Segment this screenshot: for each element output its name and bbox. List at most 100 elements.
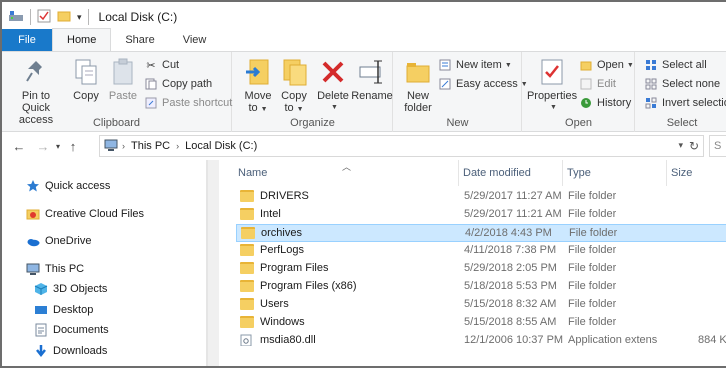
properties-icon xyxy=(536,56,568,88)
up-arrow-icon[interactable]: ↑ xyxy=(64,135,82,157)
file-type: File folder xyxy=(568,280,617,292)
back-arrow-icon[interactable]: ← xyxy=(10,135,28,157)
invert-selection-button[interactable]: Invert selection xyxy=(644,94,726,112)
new-item-button[interactable]: New item ▼ xyxy=(438,56,512,74)
recent-locations-icon[interactable]: ▾ xyxy=(52,135,64,157)
folder-icon xyxy=(240,280,254,292)
paste-shortcut-button[interactable]: Paste shortcut xyxy=(144,94,232,112)
easy-access-button[interactable]: Easy access ▼ xyxy=(438,75,528,93)
clipboard-group: Pin to Quick access Copy Paste ✂ Cut Cop… xyxy=(2,52,232,132)
new-folder-label-line2: folder xyxy=(404,102,432,114)
folder-icon xyxy=(241,227,255,239)
copy-path-label: Copy path xyxy=(162,78,213,90)
pin-to-quick-access-button[interactable]: Pin to Quick access xyxy=(8,56,64,126)
edit-button[interactable]: Edit xyxy=(579,75,616,93)
breadcrumb-separator-icon[interactable]: › xyxy=(176,141,179,151)
new-folder-quick-icon[interactable] xyxy=(57,9,71,26)
history-button[interactable]: History xyxy=(579,94,631,112)
file-date: 5/18/2018 5:53 PM xyxy=(464,280,557,292)
copy-to-button[interactable]: Copy to ▼ xyxy=(277,56,311,116)
open-button[interactable]: Open ▼ xyxy=(579,56,634,74)
rename-button[interactable]: Rename xyxy=(351,56,393,102)
nav-item-creative-cloud[interactable]: Creative Cloud Files xyxy=(26,204,144,224)
table-row[interactable]: PerfLogs 4/11/2018 7:38 PM File folder xyxy=(236,242,726,260)
forward-arrow-icon[interactable]: → xyxy=(34,135,52,157)
breadcrumb-separator-icon[interactable]: › xyxy=(122,141,125,151)
file-name: Intel xyxy=(260,208,281,220)
properties-quick-icon[interactable] xyxy=(37,9,51,26)
nav-label: Creative Cloud Files xyxy=(45,208,145,220)
nav-item-this-pc[interactable]: This PC xyxy=(26,259,84,279)
nav-item-onedrive[interactable]: OneDrive xyxy=(26,231,91,251)
nav-item-documents[interactable]: Documents xyxy=(34,320,109,340)
breadcrumb-local-disk[interactable]: Local Disk (C:) xyxy=(185,140,257,152)
new-folder-icon xyxy=(402,56,434,88)
nav-label: 3D Objects xyxy=(53,283,108,295)
table-row[interactable]: DRIVERS 5/29/2017 11:27 AM File folder xyxy=(236,188,726,206)
move-to-button[interactable]: Move to ▼ xyxy=(241,56,275,116)
downloads-icon xyxy=(34,344,48,358)
folder-icon xyxy=(240,244,254,256)
file-name: Program Files (x86) xyxy=(260,280,357,292)
column-header-date-modified[interactable]: Date modified xyxy=(458,160,562,186)
divider xyxy=(30,9,31,25)
new-folder-label: New xyxy=(406,90,429,102)
invert-selection-icon xyxy=(644,96,658,110)
table-row[interactable]: Intel 5/29/2017 11:21 AM File folder xyxy=(236,206,726,224)
copy-icon xyxy=(70,56,102,88)
address-bar[interactable]: › This PC › Local Disk (C:) ▾ ↻ xyxy=(99,135,704,157)
explorer-window: ▾ Local Disk (C:) File Home Share View P… xyxy=(0,0,726,368)
open-label: Open xyxy=(597,59,624,71)
column-header-name[interactable]: Name xyxy=(234,160,458,186)
file-date: 4/11/2018 7:38 PM xyxy=(464,244,557,256)
column-header-size[interactable]: Size xyxy=(666,160,726,186)
address-dropdown-icon[interactable]: ▾ xyxy=(678,140,683,151)
new-item-icon xyxy=(438,58,452,72)
history-label: History xyxy=(597,97,632,109)
copy-path-button[interactable]: Copy path xyxy=(144,75,212,93)
select-none-button[interactable]: Select none xyxy=(644,75,720,93)
breadcrumb-this-pc[interactable]: This PC xyxy=(131,140,170,152)
pin-label-line1: Pin to Quick xyxy=(21,90,51,114)
select-all-button[interactable]: Select all xyxy=(644,56,707,74)
tab-share[interactable]: Share xyxy=(111,29,168,51)
table-row[interactable]: Users 5/15/2018 8:32 AM File folder xyxy=(236,296,726,314)
navigation-pane: Quick access Creative Cloud Files OneDri… xyxy=(2,160,207,366)
file-date: 5/29/2017 11:21 AM xyxy=(464,208,562,220)
tab-home[interactable]: Home xyxy=(52,28,112,51)
organize-group: Move to ▼ Copy to ▼ Delete ▼ Rename Orga… xyxy=(233,52,393,132)
tab-file[interactable]: File xyxy=(2,29,52,51)
nav-scrollbar[interactable] xyxy=(207,160,219,366)
search-input[interactable]: S xyxy=(709,135,726,157)
new-folder-button[interactable]: New folder xyxy=(400,56,436,114)
table-row-selected[interactable]: orchives 4/2/2018 4:43 PM File folder xyxy=(236,224,726,242)
cut-button[interactable]: ✂ Cut xyxy=(144,56,179,74)
copy-path-icon xyxy=(144,77,158,91)
table-row[interactable]: Program Files 5/29/2018 2:05 PM File fol… xyxy=(236,260,726,278)
column-header-type[interactable]: Type xyxy=(562,160,666,186)
customize-quick-access-icon[interactable]: ▾ xyxy=(77,12,82,23)
folder-icon xyxy=(240,262,254,274)
delete-x-icon xyxy=(317,56,349,88)
new-group: New folder New item ▼ Easy access ▼ New xyxy=(394,52,528,132)
table-row[interactable]: Program Files (x86) 5/18/2018 5:53 PM Fi… xyxy=(236,278,726,296)
file-type: Application extens xyxy=(568,334,658,346)
nav-item-desktop[interactable]: Desktop xyxy=(34,300,93,320)
file-size: 884 KB xyxy=(698,334,726,346)
properties-button[interactable]: Properties ▼ xyxy=(527,56,577,114)
nav-item-quick-access[interactable]: Quick access xyxy=(26,176,110,196)
rename-label: Rename xyxy=(351,90,393,102)
copy-button[interactable]: Copy xyxy=(68,56,104,102)
nav-item-3d-objects[interactable]: 3D Objects xyxy=(34,279,107,299)
delete-button[interactable]: Delete ▼ xyxy=(315,56,351,114)
nav-label: Quick access xyxy=(45,180,111,192)
file-type: File folder xyxy=(568,262,617,274)
cut-label: Cut xyxy=(162,59,180,71)
refresh-icon[interactable]: ↻ xyxy=(689,139,699,153)
paste-button[interactable]: Paste xyxy=(106,56,140,102)
select-group-label: Select xyxy=(666,117,698,129)
table-row[interactable]: Windows 5/15/2018 8:55 AM File folder xyxy=(236,314,726,332)
nav-item-downloads[interactable]: Downloads xyxy=(34,341,107,361)
tab-view[interactable]: View xyxy=(169,29,221,51)
table-row[interactable]: msdia80.dll 12/1/2006 10:37 PM Applicati… xyxy=(236,332,726,350)
